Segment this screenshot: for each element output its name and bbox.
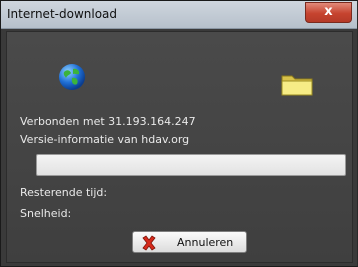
download-dialog: Internet-download x Verbonden met 31.193… <box>0 0 358 267</box>
folder-icon <box>281 75 313 96</box>
speed-label: Snelheid: <box>20 207 72 220</box>
close-button[interactable]: x <box>305 2 352 23</box>
connected-status: Verbonden met 31.193.164.247 <box>20 115 196 128</box>
title-bar[interactable]: Internet-download x <box>1 1 357 29</box>
window-title: Internet-download <box>7 7 118 21</box>
download-progress-bar <box>36 154 346 176</box>
globe-icon <box>59 64 85 90</box>
cancel-button-label: Annuleren <box>177 236 234 249</box>
remaining-time-label: Resterende tijd: <box>20 186 108 199</box>
version-info-status: Versie-informatie van hdav.org <box>20 133 190 146</box>
cancel-button[interactable]: Annuleren <box>132 231 247 253</box>
red-x-icon <box>142 235 156 251</box>
